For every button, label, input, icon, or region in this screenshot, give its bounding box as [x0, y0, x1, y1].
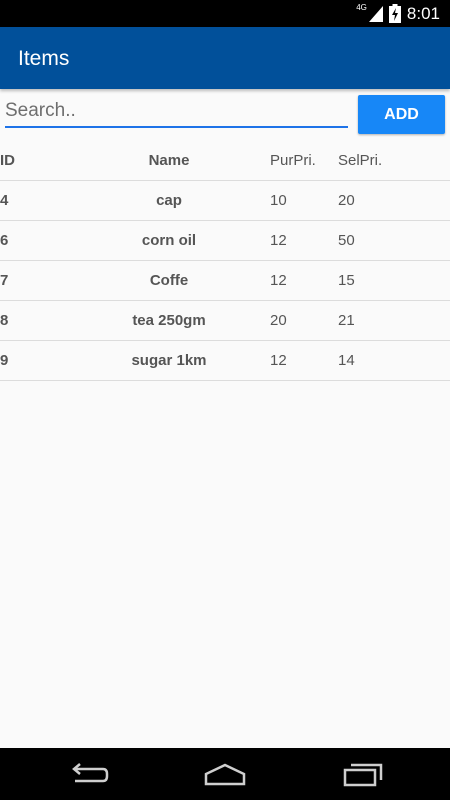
search-input[interactable] [5, 98, 348, 128]
battery-charging-icon [388, 4, 401, 23]
row-sel-price: 14 [338, 352, 355, 369]
row-sel-price: 15 [338, 272, 355, 289]
status-time: 8:01 [406, 3, 440, 23]
status-icons: 4G 8:01 [356, 0, 440, 27]
header-pur-price: PurPri. [270, 152, 316, 169]
page-title: Items [18, 47, 70, 70]
navigation-bar [0, 748, 450, 800]
add-button[interactable]: ADD [358, 95, 445, 134]
signal-icon [368, 5, 383, 22]
table-row[interactable]: 4 cap 10 20 [0, 181, 450, 221]
table-row[interactable]: 6 corn oil 12 50 [0, 221, 450, 261]
screen: 4G 8:01 Items ADD ID Name PurPri. SelPri… [0, 0, 450, 800]
row-pur-price: 20 [270, 312, 287, 329]
header-sel-price: SelPri. [338, 152, 383, 169]
back-icon[interactable] [65, 760, 109, 788]
row-sel-price: 21 [338, 312, 355, 329]
row-pur-price: 10 [270, 192, 287, 209]
items-table: ID Name PurPri. SelPri. 4 cap 10 20 6 co… [0, 141, 450, 381]
row-sel-price: 50 [338, 232, 355, 249]
row-sel-price: 20 [338, 192, 355, 209]
row-name: Coffe [149, 272, 189, 289]
row-pur-price: 12 [270, 232, 287, 249]
row-pur-price: 12 [270, 352, 287, 369]
table-header: ID Name PurPri. SelPri. [0, 141, 450, 181]
row-pur-price: 12 [270, 272, 287, 289]
home-icon[interactable] [203, 760, 247, 788]
row-name: cap [156, 192, 182, 209]
network-type: 4G [356, 3, 367, 12]
table-row[interactable]: 8 tea 250gm 20 21 [0, 301, 450, 341]
recents-icon[interactable] [341, 760, 385, 788]
table-row[interactable]: 7 Coffe 12 15 [0, 261, 450, 301]
row-name: corn oil [141, 232, 197, 249]
status-bar: 4G 8:01 [0, 0, 450, 27]
row-name: tea 250gm [132, 312, 206, 329]
row-name: sugar 1km [131, 352, 207, 369]
table-row[interactable]: 9 sugar 1km 12 14 [0, 341, 450, 381]
app-bar: Items [0, 27, 450, 89]
